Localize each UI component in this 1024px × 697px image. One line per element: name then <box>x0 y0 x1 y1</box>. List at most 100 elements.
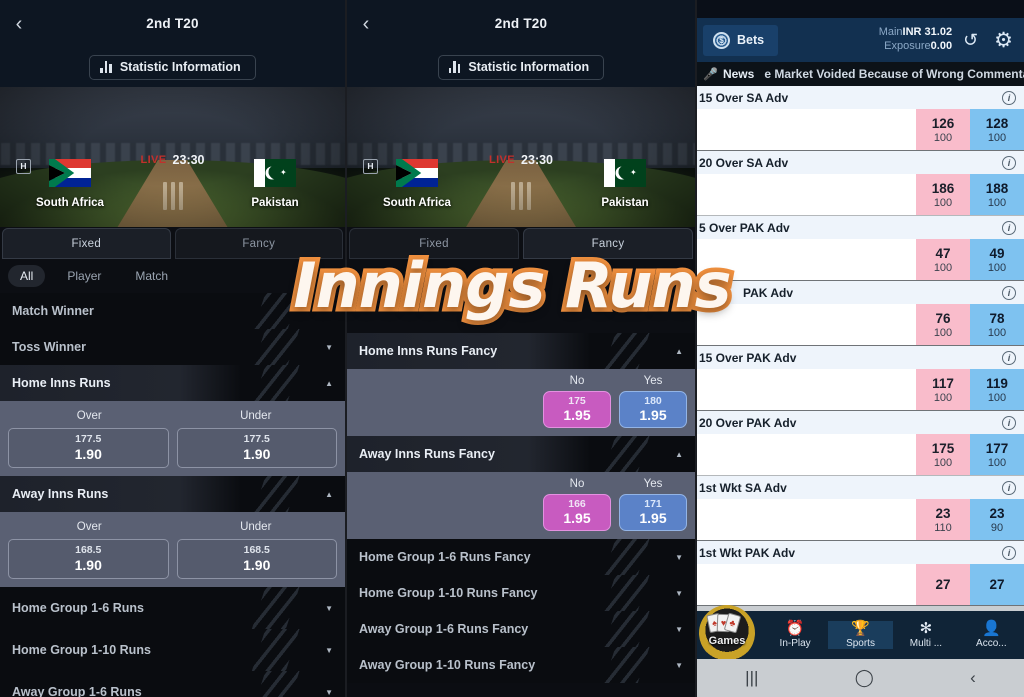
home-badge: H <box>16 159 31 174</box>
nav-item-sports[interactable]: 🏆 Sports <box>827 621 894 649</box>
right-market-15-over-pak-adv[interactable]: 15 Over PAK Adv i 117 100 119 100 <box>697 346 1024 411</box>
lay-price: 119 <box>986 375 1008 391</box>
back-cell[interactable]: 76 100 <box>916 304 970 345</box>
match-time: 23:30 <box>521 152 554 167</box>
lay-cell[interactable]: 78 100 <box>970 304 1024 345</box>
person-icon: 👤 <box>981 620 1001 637</box>
market-header-home-inns-runs-fancy[interactable]: Home Inns Runs Fancy <box>347 333 695 369</box>
lay-cell[interactable]: 49 100 <box>970 239 1024 280</box>
gear-icon[interactable]: ⚙ <box>989 30 1018 51</box>
over-odds: 1.90 <box>74 446 102 462</box>
under-line: 168.5 <box>243 544 270 556</box>
games-badge[interactable]: ♠ ♥ ♣ Games <box>699 605 755 661</box>
lay-cell[interactable]: 188 100 <box>970 174 1024 215</box>
market-header-home-group-1-10-fancy[interactable]: Home Group 1-10 Runs Fancy <box>347 575 695 611</box>
lay-cell[interactable]: 128 100 <box>970 109 1024 150</box>
market-title-row: 1st Wkt SA Adv i <box>697 476 1024 499</box>
nav-item-in-play[interactable]: ⏰ In-Play <box>762 621 827 649</box>
mid-filter-area <box>347 259 695 333</box>
games-label: Games <box>708 635 746 647</box>
chevron-down-icon <box>325 342 333 353</box>
info-icon[interactable]: i <box>1002 285 1016 300</box>
market-header-away-group-1-6[interactable]: Away Group 1-6 Runs <box>0 671 345 697</box>
home-circle-icon[interactable]: ◯ <box>855 668 874 688</box>
pakistan-flag-icon: ✦ <box>604 159 646 187</box>
right-market-1st-wkt-pak-adv[interactable]: 1st Wkt PAK Adv i 27 27 <box>697 541 1024 606</box>
tab-fancy[interactable]: Fancy <box>523 228 693 259</box>
info-icon[interactable]: i <box>1002 415 1016 430</box>
market-header-away-group-1-6-fancy[interactable]: Away Group 1-6 Runs Fancy <box>347 611 695 647</box>
odds-spacer <box>697 174 916 215</box>
yes-line: 171 <box>644 498 662 510</box>
under-button[interactable]: 177.5 1.90 <box>176 428 337 468</box>
back-cell[interactable]: 186 100 <box>916 174 970 215</box>
lay-cell[interactable]: 23 90 <box>970 499 1024 540</box>
market-header-home-group-1-10[interactable]: Home Group 1-10 Runs <box>0 629 345 671</box>
right-market-20-over-pak-adv[interactable]: 20 Over PAK Adv i 175 100 177 100 <box>697 411 1024 476</box>
market-header-toss-winner[interactable]: Toss Winner <box>0 329 345 365</box>
market-header-away-inns-runs[interactable]: Away Inns Runs <box>0 476 345 512</box>
info-icon[interactable]: i <box>1002 350 1016 365</box>
no-button[interactable]: 166 1.95 <box>543 494 611 531</box>
back-cell[interactable]: 117 100 <box>916 369 970 410</box>
right-market-1st-wkt-sa-adv[interactable]: 1st Wkt SA Adv i 23 110 23 90 <box>697 476 1024 541</box>
back-cell[interactable]: 126 100 <box>916 109 970 150</box>
recents-icon[interactable]: ||| <box>745 668 758 688</box>
market-header-home-group-1-6-fancy[interactable]: Home Group 1-6 Runs Fancy <box>347 539 695 575</box>
over-button[interactable]: 168.5 1.90 <box>8 539 169 579</box>
filter-all[interactable]: All <box>8 265 46 287</box>
market-body-home-inns-runs: Over Under 177.5 1.90 177.5 1.90 <box>0 401 345 476</box>
back-cell[interactable]: 27 <box>916 564 970 605</box>
tab-fancy[interactable]: Fancy <box>174 228 343 259</box>
no-button[interactable]: 175 1.95 <box>543 391 611 428</box>
yes-line: 180 <box>644 395 662 407</box>
over-line: 177.5 <box>75 433 102 445</box>
over-line: 168.5 <box>75 544 102 556</box>
market-title: 15 Over PAK Adv <box>699 350 797 365</box>
info-icon[interactable]: i <box>1002 220 1016 235</box>
market-header-away-inns-runs-fancy[interactable]: Away Inns Runs Fancy <box>347 436 695 472</box>
filter-player[interactable]: Player <box>55 265 113 287</box>
stripe-decor <box>599 647 653 683</box>
back-cell[interactable]: 23 110 <box>916 499 970 540</box>
yes-button[interactable]: 180 1.95 <box>619 391 687 428</box>
statistic-information-button[interactable]: Statistic Information <box>89 54 256 80</box>
south-africa-flag-icon <box>49 159 91 187</box>
right-market-20-over-sa-adv[interactable]: 20 Over SA Adv i 186 100 188 100 <box>697 151 1024 216</box>
lay-cell[interactable]: 119 100 <box>970 369 1024 410</box>
nav-item-account[interactable]: 👤 Acco... <box>959 621 1024 649</box>
mid-market-list: Home Inns Runs Fancy No Yes 175 1.95 180… <box>347 333 695 683</box>
info-icon[interactable]: i <box>1002 155 1016 170</box>
market-header-home-inns-runs[interactable]: Home Inns Runs <box>0 365 345 401</box>
right-market-15-over-sa-adv[interactable]: 15 Over SA Adv i 126 100 128 100 <box>697 86 1024 151</box>
back-cell[interactable]: 47 100 <box>916 239 970 280</box>
over-button[interactable]: 177.5 1.90 <box>8 428 169 468</box>
bets-label: Bets <box>737 33 765 47</box>
statistic-information-button[interactable]: Statistic Information <box>437 54 605 80</box>
info-icon[interactable]: i <box>1002 90 1016 105</box>
exposure-line: Exposure0.00 <box>879 40 952 54</box>
market-header-home-group-1-6[interactable]: Home Group 1-6 Runs <box>0 587 345 629</box>
back-icon[interactable]: ‹ <box>970 668 976 688</box>
right-market-5-over-pak-adv[interactable]: 5 Over PAK Adv i 47 100 49 100 <box>697 216 1024 281</box>
market-header-match-winner[interactable]: Match Winner <box>0 293 345 329</box>
back-icon[interactable]: ‹ <box>8 13 30 35</box>
filter-match[interactable]: Match <box>123 265 180 287</box>
refresh-icon[interactable]: ↺ <box>958 31 983 49</box>
back-icon[interactable]: ‹ <box>355 13 377 35</box>
info-icon[interactable]: i <box>1002 480 1016 495</box>
bets-button[interactable]: $ Bets <box>703 24 779 56</box>
tab-fixed[interactable]: Fixed <box>349 228 519 259</box>
under-button[interactable]: 168.5 1.90 <box>176 539 337 579</box>
lay-cell[interactable]: 177 100 <box>970 434 1024 475</box>
yes-button[interactable]: 171 1.95 <box>619 494 687 531</box>
market-header-away-group-1-10-fancy[interactable]: Away Group 1-10 Runs Fancy <box>347 647 695 683</box>
right-market-pak-adv[interactable]: PAK Adv i 76 100 78 100 <box>697 281 1024 346</box>
odds-row: 76 100 78 100 <box>697 304 1024 345</box>
tab-fixed[interactable]: Fixed <box>2 228 171 259</box>
info-icon[interactable]: i <box>1002 545 1016 560</box>
match-hero-mid: H South Africa LIVE 23:30 ✦ Pakistan <box>347 87 695 227</box>
back-cell[interactable]: 175 100 <box>916 434 970 475</box>
lay-cell[interactable]: 27 <box>970 564 1024 605</box>
nav-item-multi[interactable]: ✻ Multi ... <box>893 621 958 649</box>
